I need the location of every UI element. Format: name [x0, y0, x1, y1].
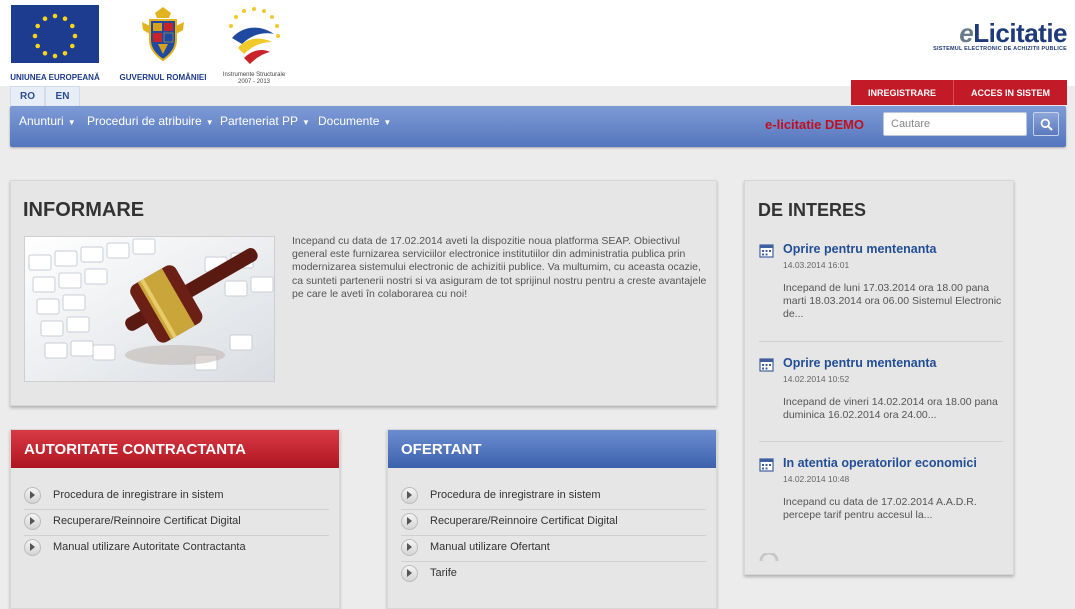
- structural-instruments-label: Instrumente Structurale: [222, 72, 286, 78]
- autoritate-link-label: Procedura de inregistrare in sistem: [53, 489, 224, 501]
- loading-spinner-icon: [759, 553, 779, 561]
- autoritate-link-label: Manual utilizare Autoritate Contractanta: [53, 541, 246, 553]
- ofertant-panel: OFERTANT Procedura de inregistrare in si…: [387, 429, 717, 609]
- interes-title: DE INTERES: [758, 200, 867, 220]
- structural-instruments-logo[interactable]: Instrumente Structurale 2007 - 2013: [222, 4, 286, 86]
- nav-documente[interactable]: Documente ▼: [318, 114, 391, 128]
- ofertant-link-label: Recuperare/Reinnoire Certificat Digital: [430, 515, 618, 527]
- ofertant-title: OFERTANT: [388, 430, 716, 468]
- chevron-down-icon: ▼: [67, 118, 76, 127]
- search-input[interactable]: Cautare: [883, 112, 1027, 136]
- autoritate-title: AUTORITATE CONTRACTANTA: [11, 430, 339, 468]
- eu-logo-label: UNIUNEA EUROPEANĂ: [10, 73, 100, 82]
- search-icon: [1040, 118, 1053, 131]
- elicitatie-logo[interactable]: eLicitatie SISTEMUL ELECTRONIC DE ACHIZI…: [933, 20, 1067, 52]
- informare-title: INFORMARE: [23, 199, 145, 221]
- nav-anunturi[interactable]: Anunturi ▼: [19, 114, 76, 128]
- nav-anunturi-label: Anunturi: [19, 114, 64, 128]
- gavel-image: [24, 236, 275, 382]
- interes-item-date: 14.02.2014 10:48: [783, 474, 850, 484]
- structural-instruments-years: 2007 - 2013: [237, 79, 271, 85]
- interes-item-title[interactable]: Oprire pentru mentenanta: [783, 242, 937, 256]
- login-button[interactable]: ACCES IN SISTEM: [952, 80, 1067, 105]
- register-button[interactable]: INREGISTRARE: [850, 80, 953, 105]
- language-switcher: RO EN: [10, 86, 80, 106]
- language-ro[interactable]: RO: [10, 86, 45, 106]
- elicitatie-brand: eLicitatie: [933, 20, 1067, 46]
- eu-flag-icon: [11, 5, 99, 63]
- informare-panel: INFORMARE Incepand cu data de 17.02.2014…: [10, 180, 717, 406]
- interes-item-text: Incepand de vineri 14.02.2014 ora 18.00 …: [783, 396, 998, 422]
- nav-parteneriat-label: Parteneriat PP: [220, 114, 299, 128]
- structural-instruments-icon: [229, 7, 280, 64]
- coat-of-arms-icon: [142, 7, 184, 62]
- chevron-down-icon: ▼: [383, 118, 392, 127]
- chevron-right-icon: [401, 512, 418, 530]
- elicitatie-brand-prefix: e: [959, 18, 974, 48]
- nav-documente-label: Documente: [318, 114, 380, 128]
- interes-item[interactable]: In atentia operatorilor economici 14.02.…: [759, 456, 1003, 541]
- autoritate-link-inregistrare[interactable]: Procedura de inregistrare in sistem: [24, 482, 224, 508]
- chevron-right-icon: [401, 538, 418, 556]
- ofertant-link-tarife[interactable]: Tarife: [401, 560, 457, 586]
- interes-item[interactable]: Oprire pentru mentenanta 14.02.2014 10:5…: [759, 356, 1003, 441]
- site-header: UNIUNEA EUROPEANĂ GUVERNUL ROMÂNIEI Inst…: [0, 0, 1075, 86]
- government-logo[interactable]: GUVERNUL ROMÂNIEI: [113, 4, 213, 82]
- chevron-down-icon: ▼: [302, 118, 310, 127]
- chevron-right-icon: [24, 538, 41, 556]
- government-logo-label: GUVERNUL ROMÂNIEI: [119, 73, 207, 82]
- interes-item-date: 14.03.2014 16:01: [783, 260, 850, 270]
- chevron-right-icon: [401, 486, 418, 504]
- elicitatie-brand-name: Licitatie: [973, 18, 1067, 48]
- calendar-icon: [759, 458, 774, 472]
- autoritate-link-label: Recuperare/Reinnoire Certificat Digital: [53, 515, 241, 527]
- autoritate-panel: AUTORITATE CONTRACTANTA Procedura de inr…: [10, 429, 340, 609]
- calendar-icon: [759, 244, 774, 258]
- interes-panel: DE INTERES Oprire pentru mentenanta 14.0…: [744, 180, 1014, 575]
- chevron-down-icon: ▼: [205, 118, 214, 127]
- gavel-keyboard-icon: [25, 237, 274, 381]
- divider: [759, 341, 1003, 342]
- ofertant-link-label: Tarife: [430, 567, 457, 579]
- calendar-icon: [759, 358, 774, 372]
- nav-proceduri[interactable]: Proceduri de atribuire ▼: [87, 114, 214, 128]
- ofertant-link-certificat[interactable]: Recuperare/Reinnoire Certificat Digital: [401, 508, 618, 534]
- chevron-right-icon: [24, 486, 41, 504]
- nav-parteneriat[interactable]: Parteneriat PP ▼: [220, 114, 310, 128]
- informare-text: Incepand cu data de 17.02.2014 aveti la …: [292, 235, 707, 300]
- ofertant-link-label: Procedura de inregistrare in sistem: [430, 489, 601, 501]
- search-button[interactable]: [1033, 112, 1059, 136]
- autoritate-link-certificat[interactable]: Recuperare/Reinnoire Certificat Digital: [24, 508, 241, 534]
- elicitatie-tagline: SISTEMUL ELECTRONIC DE ACHIZITII PUBLICE: [933, 46, 1067, 52]
- interes-item[interactable]: Oprire pentru mentenanta 14.03.2014 16:0…: [759, 242, 1003, 342]
- chevron-right-icon: [401, 564, 418, 582]
- auth-buttons: INREGISTRARE ACCES IN SISTEM: [850, 80, 1067, 105]
- interes-item-date: 14.02.2014 10:52: [783, 374, 850, 384]
- interes-item-title[interactable]: Oprire pentru mentenanta: [783, 356, 937, 370]
- interes-item-text: Incepand cu data de 17.02.2014 A.A.D.R. …: [783, 496, 977, 522]
- ofertant-link-inregistrare[interactable]: Procedura de inregistrare in sistem: [401, 482, 601, 508]
- eu-logo[interactable]: UNIUNEA EUROPEANĂ: [9, 4, 101, 82]
- autoritate-link-manual[interactable]: Manual utilizare Autoritate Contractanta: [24, 534, 246, 560]
- interes-item-text: Incepand de luni 17.03.2014 ora 18.00 pa…: [783, 282, 1002, 321]
- divider: [759, 441, 1003, 442]
- chevron-right-icon: [24, 512, 41, 530]
- nav-proceduri-label: Proceduri de atribuire: [87, 114, 202, 128]
- main-nav: Anunturi ▼ Proceduri de atribuire ▼ Parten…: [10, 106, 1066, 147]
- ofertant-link-label: Manual utilizare Ofertant: [430, 541, 550, 553]
- ofertant-link-manual[interactable]: Manual utilizare Ofertant: [401, 534, 550, 560]
- interes-item-title[interactable]: In atentia operatorilor economici: [783, 456, 977, 470]
- demo-label: e-licitatie DEMO: [765, 117, 864, 132]
- language-en[interactable]: EN: [45, 86, 80, 106]
